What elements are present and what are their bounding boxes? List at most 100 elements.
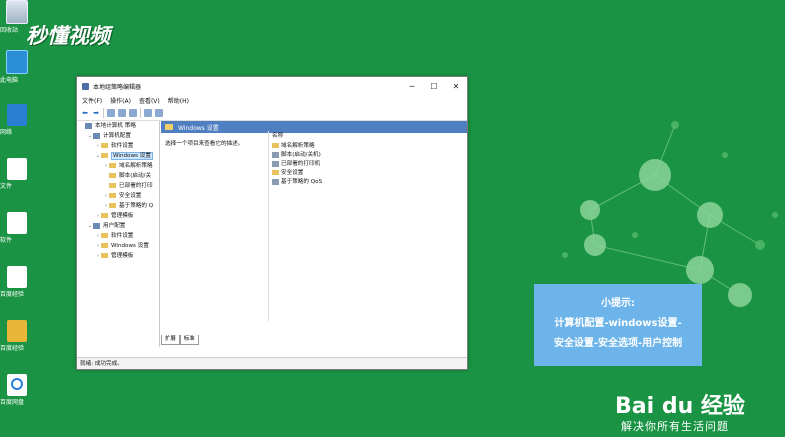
console-tree: 本地计算机 策略 ⌄ 计算机配置 › 软件设置 ⌄ Windows 设置 › 域名解析策略 脚本(… (77, 121, 160, 347)
tree-node-label: 脚本(启动/关 (119, 173, 152, 179)
list-item[interactable]: 安全设置 (269, 169, 468, 178)
computer-icon (93, 222, 100, 229)
desktop-icon[interactable]: 回收站 (0, 0, 34, 34)
properties-icon[interactable] (155, 109, 163, 117)
tree-node[interactable]: 本地计算机 策略 (77, 121, 159, 131)
tree-node-label: Windows 设置 (111, 152, 153, 160)
export-list-icon[interactable] (129, 109, 137, 117)
tree-node[interactable]: ⌄ 用户配置 (77, 221, 159, 231)
tree-node[interactable]: 已部署的打印 (77, 181, 159, 191)
details-header-title: Windows 设置 (178, 124, 219, 132)
desktop-icon[interactable]: 百度经验 (0, 320, 34, 352)
tree-node[interactable]: ⌄ 计算机配置 (77, 131, 159, 141)
list-item[interactable]: 域名解析策略 (269, 142, 468, 151)
view-tabs: 扩展 标准 (161, 335, 199, 345)
list-item[interactable]: 基于策略的 QoS (269, 178, 468, 187)
tree-node-label: 管理模板 (111, 253, 134, 259)
tip-box: 小提示: 计算机配置-windows设置- 安全设置-安全选项-用户控制 (534, 284, 702, 366)
back-icon[interactable]: ⬅ (81, 109, 89, 117)
menu-file[interactable]: 文件(F) (82, 96, 102, 105)
desktop-icon[interactable]: 网络 (0, 104, 34, 136)
tree-node[interactable]: 脚本(启动/关 (77, 171, 159, 181)
menu-action[interactable]: 操作(A) (110, 96, 131, 105)
menu-help[interactable]: 帮助(H) (168, 96, 189, 105)
folder-icon (109, 203, 116, 208)
up-folder-icon[interactable] (107, 109, 115, 117)
menu-bar: 文件(F) 操作(A) 查看(V) 帮助(H) (77, 95, 467, 106)
list-item[interactable]: 脚本(启动/关机) (269, 151, 468, 160)
baidu-jingyan-logo: Bai du 经验 (615, 394, 745, 419)
toolbar: ⬅ ➡ (77, 106, 467, 121)
tree-node-label: 计算机配置 (103, 133, 131, 139)
desktop-icon-label: 软件 (0, 237, 13, 244)
tree-node-label: 已部署的打印 (119, 183, 153, 189)
desktop-icon-label: 文件 (0, 183, 13, 190)
desktop-icon-label: 百度经验 (0, 345, 25, 352)
desktop-icon-label: 百度网盘 (0, 399, 25, 406)
column-header-name[interactable]: 名称 (269, 131, 468, 142)
description-text: 选择一个项目来查看它的描述。 (165, 141, 244, 147)
folder-icon (101, 243, 108, 248)
tab-extended[interactable]: 扩展 (161, 335, 180, 345)
tree-node[interactable]: › 软件设置 (77, 141, 159, 151)
desktop-icon[interactable]: 文件 (0, 158, 34, 190)
tree-node-label: 域名解析策略 (119, 163, 153, 169)
computer-icon (93, 132, 100, 139)
tip-line-2: 安全设置-安全选项-用户控制 (553, 338, 683, 349)
folder-icon (101, 253, 108, 258)
tree-node[interactable]: › 基于策略的 Q (77, 201, 159, 211)
close-button[interactable]: ✕ (445, 77, 467, 95)
folder-icon (272, 143, 279, 148)
details-pane: Windows 设置 选择一个项目来查看它的描述。 名称 域名解析策略 脚本(启动… (161, 121, 467, 335)
computer-icon (85, 122, 92, 129)
tree-node-label: Windows 设置 (111, 243, 149, 249)
tree-node-label: 软件设置 (111, 233, 134, 239)
tab-standard[interactable]: 标准 (179, 335, 199, 345)
maximize-button[interactable]: ☐ (423, 77, 445, 95)
brand-logo: 秒懂视频 (26, 24, 110, 48)
file-icon (7, 266, 27, 288)
forward-icon[interactable]: ➡ (92, 109, 100, 117)
tree-node-label: 软件设置 (111, 143, 134, 149)
baidu-slogan: 解决你所有生活问题 (621, 420, 729, 433)
baidu-netdisk-icon (7, 374, 27, 396)
folder-icon (109, 173, 116, 178)
tree-node[interactable]: › Windows 设置 (77, 241, 159, 251)
tree-node-label: 用户配置 (103, 223, 126, 229)
desktop-icon[interactable]: 百度网盘 (0, 374, 34, 406)
tree-node[interactable]: › 安全设置 (77, 191, 159, 201)
tip-title: 小提示: (601, 298, 635, 309)
title-bar[interactable]: 本地组策略编辑器 ─ ☐ ✕ (77, 77, 467, 95)
group-policy-editor-window: 本地组策略编辑器 ─ ☐ ✕ 文件(F) 操作(A) 查看(V) 帮助(H) ⬅… (76, 76, 468, 370)
window-title: 本地组策略编辑器 (93, 83, 142, 91)
tree-node[interactable]: › 管理模板 (77, 211, 159, 221)
help-icon[interactable] (144, 109, 152, 117)
tree-node[interactable]: › 域名解析策略 (77, 161, 159, 171)
list-item-label: 脚本(启动/关机) (281, 152, 321, 158)
toolbar-separator (140, 108, 141, 118)
list-item-label: 安全设置 (281, 170, 304, 176)
policy-icon (272, 160, 279, 167)
item-list: 名称 域名解析策略 脚本(启动/关机) 已部署的打印机 安全设置基于策略的 QoS (268, 131, 468, 321)
minimize-button[interactable]: ─ (401, 77, 423, 95)
desktop-icon[interactable]: 此电脑 (0, 50, 34, 84)
app-icon (82, 82, 89, 90)
list-item[interactable]: 已部署的打印机 (269, 160, 468, 169)
desktop-icon[interactable]: 软件 (0, 212, 34, 244)
folder-icon (165, 124, 173, 130)
folder-icon (101, 153, 108, 158)
desktop-icon-label: 回收站 (0, 27, 19, 34)
menu-view[interactable]: 查看(V) (139, 96, 160, 105)
tree-node-label: 基于策略的 Q (119, 203, 154, 209)
desktop-icon-label: 此电脑 (0, 77, 19, 84)
recycle-bin-icon (6, 0, 28, 24)
tree-node[interactable]: › 软件设置 (77, 231, 159, 241)
desktop-icon[interactable]: 百度经验 (0, 266, 34, 298)
show-hide-tree-icon[interactable] (118, 109, 126, 117)
tree-node-label: 安全设置 (119, 193, 142, 199)
tree-node[interactable]: ⌄ Windows 设置 (77, 151, 159, 161)
desktop-icon-label: 网络 (0, 129, 13, 136)
tree-node-label: 本地计算机 策略 (95, 123, 136, 129)
tree-node[interactable]: › 管理模板 (77, 251, 159, 261)
folder-icon (101, 143, 108, 148)
